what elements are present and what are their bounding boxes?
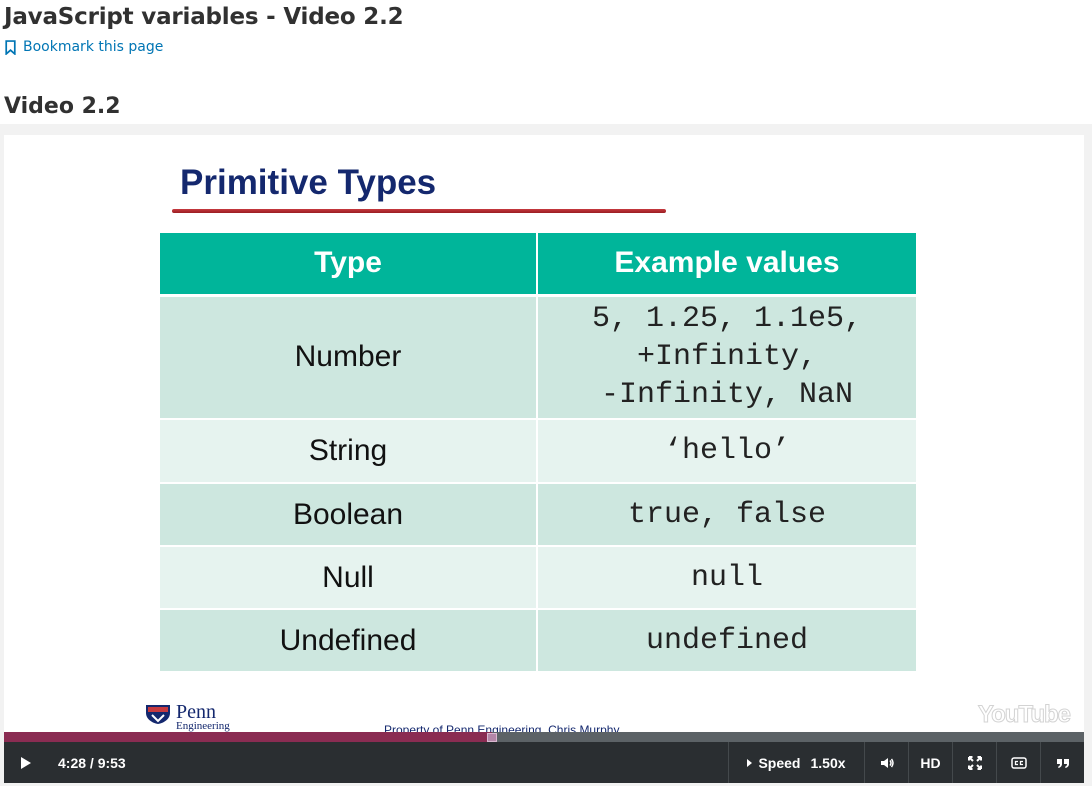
bookmark-icon [5,39,16,55]
video-player: Primitive Types Type Example values Numb… [0,124,1092,786]
youtube-play-icon [939,702,976,728]
value-cell: ‘hello’ [537,419,916,484]
captions-button[interactable] [996,742,1040,783]
value-line: -Infinity, NaN [600,378,854,413]
volume-button[interactable] [864,742,908,783]
fullscreen-icon [967,755,982,770]
penn-logo-subtext: Engineering [176,720,230,732]
type-cell: Undefined [160,609,538,673]
type-cell: Number [160,295,538,420]
table-header-type: Type [160,233,538,297]
value-cell: undefined [537,609,916,673]
youtube-watermark-text: YouTube [977,701,1071,729]
penn-logo-text: Penn [176,701,216,723]
speed-label: Speed [758,754,801,771]
table-row: String ‘hello’ [160,419,916,484]
captions-icon [1010,756,1027,769]
type-cell: Boolean [160,483,538,547]
penn-engineering-logo: Penn Engineering [144,701,230,732]
penn-shield-icon [146,705,170,724]
transcript-quote-icon [1056,758,1069,768]
video-frame[interactable]: Primitive Types Type Example values Numb… [4,135,1084,733]
value-cell: 5, 1.25, 1.1e5, +Infinity, -Infinity, Na… [537,295,916,420]
slide-title: Primitive Types [180,163,437,202]
caret-right-icon [747,758,753,767]
primitive-types-table: Type Example values Number 5, 1.25, 1.1e… [160,233,916,673]
page-title: JavaScript variables - Video 2.2 [4,4,404,30]
time-display: 4:28 / 9:53 [58,754,126,771]
bookmark-button[interactable]: Bookmark this page [4,39,163,55]
youtube-watermark[interactable]: YouTube [939,701,1072,729]
type-cell: Null [160,546,538,610]
transcript-button[interactable] [1040,742,1084,783]
progress-fill [4,732,493,742]
progress-handle[interactable] [487,733,498,742]
table-row: Boolean true, false [160,483,916,547]
table-row: Number 5, 1.25, 1.1e5, +Infinity, -Infin… [160,295,916,420]
bookmark-label: Bookmark this page [23,39,164,55]
type-cell: String [160,419,538,484]
slide-title-underline [172,209,666,213]
speed-value: 1.50x [810,754,846,771]
table-header-example-values: Example values [537,233,916,297]
play-button[interactable] [4,742,44,783]
volume-icon [880,757,894,768]
hd-button[interactable]: HD [908,742,952,783]
progress-bar[interactable] [4,732,1084,742]
table-row: Undefined undefined [160,609,916,673]
section-title: Video 2.2 [4,94,121,119]
player-controls: 4:28 / 9:53 Speed 1.50x HD [4,742,1084,783]
value-cell: null [537,546,916,610]
value-line: 5, 1.25, 1.1e5, [591,302,863,337]
fullscreen-button[interactable] [952,742,996,783]
value-cell: true, false [537,483,916,547]
table-row: Null null [160,546,916,610]
speed-button[interactable]: Speed 1.50x [728,742,864,783]
value-line: +Infinity, [636,340,818,375]
play-icon [21,756,31,769]
